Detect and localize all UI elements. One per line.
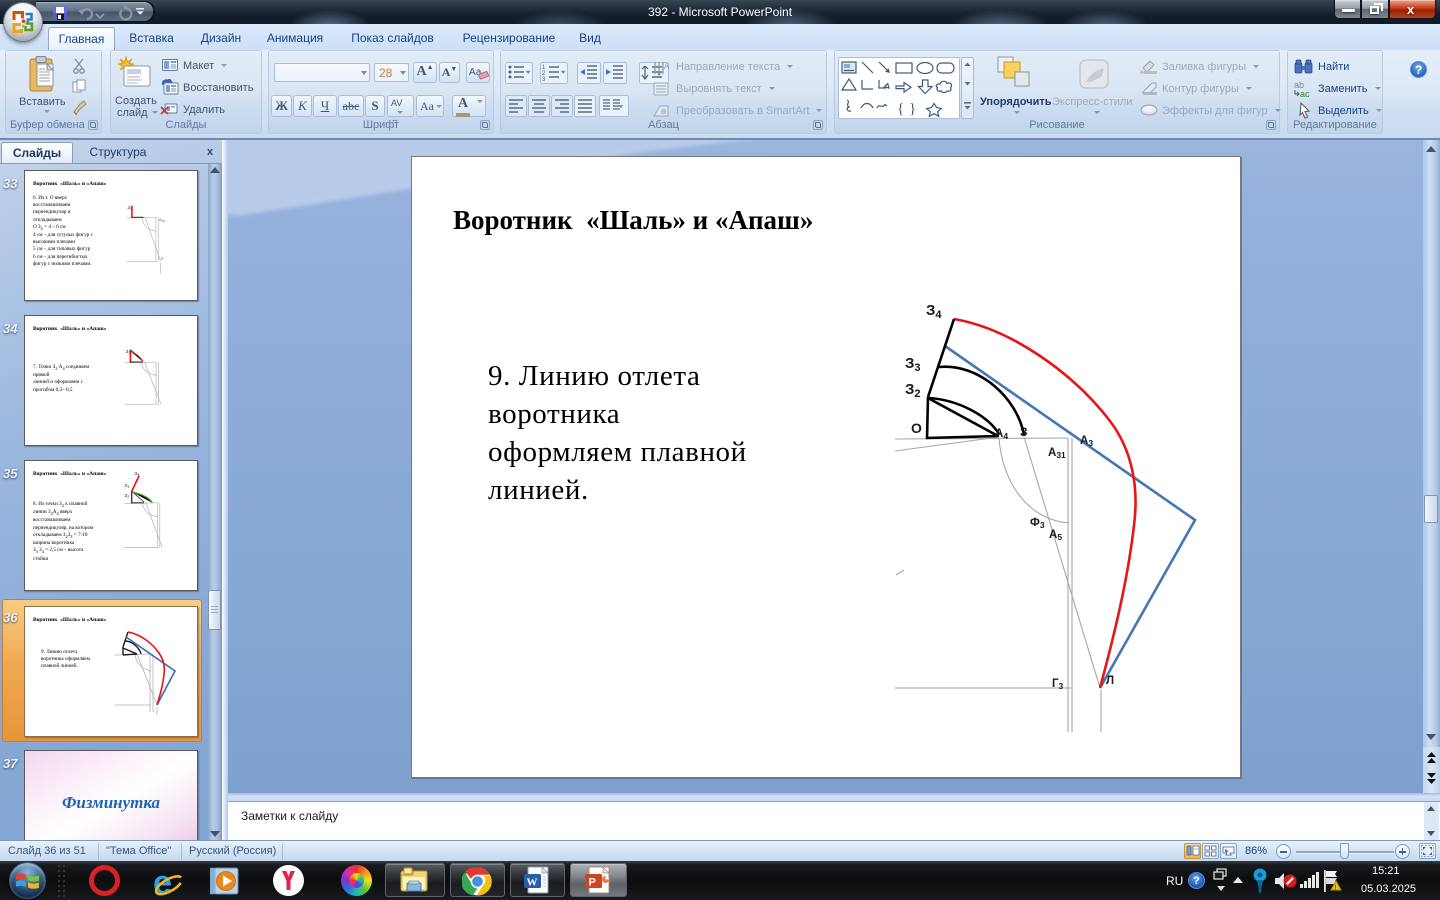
- svg-text:W: W: [527, 877, 538, 889]
- svg-text:}: }: [909, 101, 916, 117]
- svg-text:З3: З3: [124, 483, 129, 489]
- svg-text:З3: З3: [905, 355, 921, 374]
- svg-text:!: !: [1334, 885, 1336, 892]
- svg-text:{: {: [897, 101, 904, 117]
- svg-text:А31: А31: [1048, 447, 1066, 460]
- svg-text:А5: А5: [1049, 529, 1062, 542]
- svg-text:З4: З4: [926, 302, 942, 321]
- svg-text:З2: З2: [124, 493, 129, 499]
- svg-text:З2: З2: [127, 205, 132, 211]
- svg-text:А3: А3: [1080, 435, 1093, 448]
- svg-text:З2: З2: [905, 381, 921, 400]
- svg-text:Л: Л: [161, 257, 164, 261]
- svg-text:З: З: [1020, 425, 1028, 439]
- svg-text:О: О: [911, 420, 922, 436]
- svg-text:ac: ac: [1300, 89, 1310, 98]
- svg-text:Л: Л: [1106, 675, 1114, 687]
- svg-text:А: А: [664, 62, 670, 71]
- svg-text:А31: А31: [159, 218, 165, 223]
- svg-text:Ф3: Ф3: [1030, 517, 1045, 530]
- svg-text:Г3: Г3: [1052, 678, 1064, 691]
- svg-text:З4: З4: [134, 471, 139, 477]
- svg-text:P: P: [589, 877, 596, 889]
- svg-text:А4: А4: [995, 428, 1008, 441]
